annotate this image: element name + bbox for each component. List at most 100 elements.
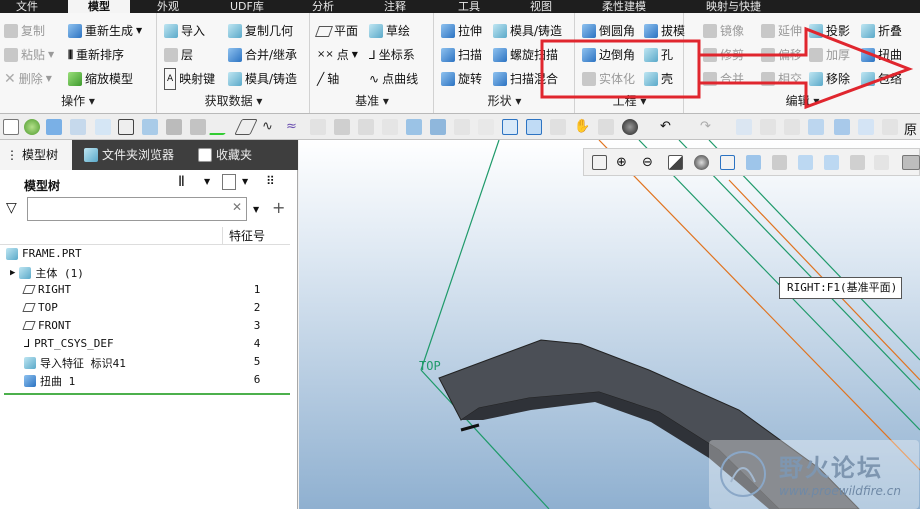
draft-check-icon[interactable]: [142, 119, 158, 135]
repaint-icon[interactable]: [668, 155, 683, 170]
undo-icon[interactable]: ↶: [660, 119, 676, 135]
tree-row-right[interactable]: RIGHT 1: [0, 281, 290, 299]
network-icon[interactable]: [46, 119, 62, 135]
tab-favorites[interactable]: 收藏夹: [192, 140, 274, 170]
tree-row-warp[interactable]: 扭曲 1 6: [0, 371, 290, 389]
cylinder-icon[interactable]: [808, 119, 824, 135]
tab-folder-browser[interactable]: 文件夹浏览器: [78, 140, 182, 170]
tree-row-top[interactable]: TOP 2: [0, 299, 290, 317]
new-icon[interactable]: [3, 119, 19, 135]
tree-row-front[interactable]: FRONT 3: [0, 317, 290, 335]
page-icon[interactable]: [882, 119, 898, 135]
panel-icon[interactable]: [834, 119, 850, 135]
show-icon[interactable]: [222, 174, 236, 190]
shading-icon[interactable]: [622, 119, 638, 135]
close-window-icon[interactable]: [760, 119, 776, 135]
menu-tools[interactable]: 工具: [458, 0, 480, 13]
tree-row-body[interactable]: ▶ 主体 (1): [0, 263, 290, 281]
line-icon[interactable]: [208, 119, 236, 135]
eraser-icon[interactable]: [406, 119, 422, 135]
graphics-toolbar: ∿ ≈ ✋ ↶ ↷ 原: [0, 114, 920, 140]
layer-tool-icon[interactable]: [454, 119, 470, 135]
view-manager-icon[interactable]: [746, 155, 761, 170]
tree-title: 模型树: [24, 179, 61, 193]
ribbon: 复制 粘贴 ▼ ✕ 删除 ▼ 重新生成 ▼ ⫴ 重新排序 缩放模型 操作 ▾ 导入 层 A…: [0, 13, 920, 114]
list-icon[interactable]: [736, 119, 752, 135]
body-icon: [19, 267, 32, 279]
plane-icon[interactable]: [234, 119, 258, 135]
menu-flexible-modeling[interactable]: 柔性建模: [602, 0, 646, 13]
filter-icon[interactable]: ▽: [6, 200, 17, 216]
datum-label-top[interactable]: TOP: [419, 359, 441, 373]
menu-appearance[interactable]: 外观: [157, 0, 179, 13]
menu-bar: 文件 模型 外观 UDF库 分析 注释 工具 视图 柔性建模 映射与快捷: [0, 0, 920, 14]
tree-settings-icon[interactable]: Ⅱ: [178, 174, 185, 190]
measure-icon[interactable]: [358, 119, 374, 135]
sphere-icon[interactable]: [24, 119, 40, 135]
menu-mapkeys[interactable]: 映射与快捷: [706, 0, 761, 13]
spin-center-icon[interactable]: [824, 155, 839, 170]
cube-wire-icon[interactable]: [502, 119, 518, 135]
tab-model-tree[interactable]: ⋮ 模型树: [0, 140, 72, 170]
render-icon[interactable]: [902, 155, 920, 170]
menu-udf[interactable]: UDF库: [230, 0, 264, 13]
display-style-icon[interactable]: [694, 155, 709, 170]
menu-view[interactable]: 视图: [530, 0, 552, 13]
zoom-in-icon[interactable]: ⊕: [616, 155, 631, 170]
user-icon[interactable]: [190, 119, 206, 135]
surface-icon[interactable]: [430, 119, 446, 135]
spline-icon[interactable]: ≈: [286, 119, 302, 135]
expand-icon[interactable]: ▶: [10, 268, 15, 278]
orient-icon[interactable]: [598, 119, 614, 135]
transform-icon[interactable]: [334, 119, 350, 135]
chevron-down-icon[interactable]: ▼: [242, 177, 248, 186]
add-icon[interactable]: +: [272, 198, 285, 217]
pan-icon[interactable]: ✋: [574, 119, 590, 135]
tree-header: 模型树 Ⅱ ▼ ▼ ⠿: [0, 170, 298, 196]
filter-columns-icon[interactable]: ⠿: [266, 174, 275, 188]
column-header-feature-id[interactable]: 特征号: [222, 227, 290, 245]
zoom-window-icon[interactable]: [550, 119, 566, 135]
paste-special-icon[interactable]: [70, 119, 86, 135]
menu-annotate[interactable]: 注释: [384, 0, 406, 13]
search-input[interactable]: ✕: [27, 197, 247, 221]
mirror-tool-icon[interactable]: [310, 119, 326, 135]
copy-icon[interactable]: [95, 119, 111, 135]
repaint-icon[interactable]: [382, 119, 398, 135]
menu-model[interactable]: 模型: [68, 0, 130, 14]
window-icon[interactable]: [784, 119, 800, 135]
refit-icon[interactable]: [592, 155, 607, 170]
cube-shaded-icon[interactable]: [526, 119, 542, 135]
more-icon[interactable]: 原: [904, 119, 920, 138]
warp-icon: [24, 375, 36, 387]
tree-row-csys[interactable]: ⅃ PRT_CSYS_DEF 4: [0, 335, 290, 353]
folder-icon: [84, 148, 98, 162]
graphics-viewport[interactable]: TOP ⊕ ⊖ RIGHT:F1(基准平面) 野火论坛 www.proewild…: [299, 140, 920, 509]
clear-icon[interactable]: ✕: [232, 200, 242, 214]
redo-icon[interactable]: ↷: [700, 119, 716, 135]
curve-icon[interactable]: ∿: [262, 119, 278, 135]
tree-row-part[interactable]: FRAME.PRT: [0, 245, 290, 263]
section-icon[interactable]: [798, 155, 813, 170]
datum-display-icon[interactable]: [850, 155, 865, 170]
zoom-out-icon[interactable]: ⊖: [642, 155, 657, 170]
menu-analysis[interactable]: 分析: [312, 0, 334, 13]
forum-watermark: 野火论坛 www.proewildfire.cn: [709, 440, 919, 509]
save-icon[interactable]: [166, 119, 182, 135]
relations-icon[interactable]: [118, 119, 134, 135]
box-icon[interactable]: [858, 119, 874, 135]
perspective-icon[interactable]: [772, 155, 787, 170]
saved-orientations-icon[interactable]: [720, 155, 735, 170]
menu-file[interactable]: 文件: [16, 0, 38, 13]
watermark-logo-icon: [720, 451, 766, 497]
view-toolbar: ⊕ ⊖: [583, 148, 920, 176]
csys-icon: ⅃: [24, 337, 31, 350]
column-header-name[interactable]: [0, 227, 222, 245]
chevron-down-icon[interactable]: ▼: [204, 177, 210, 186]
chevron-down-icon[interactable]: ▼: [253, 205, 259, 214]
annotation-display-icon[interactable]: [874, 155, 889, 170]
insert-indicator[interactable]: [4, 393, 290, 395]
tree-row-import-feature[interactable]: 导入特征 标识41 5: [0, 353, 290, 371]
selection-icon[interactable]: [478, 119, 494, 135]
datum-plane-icon: [22, 321, 36, 330]
